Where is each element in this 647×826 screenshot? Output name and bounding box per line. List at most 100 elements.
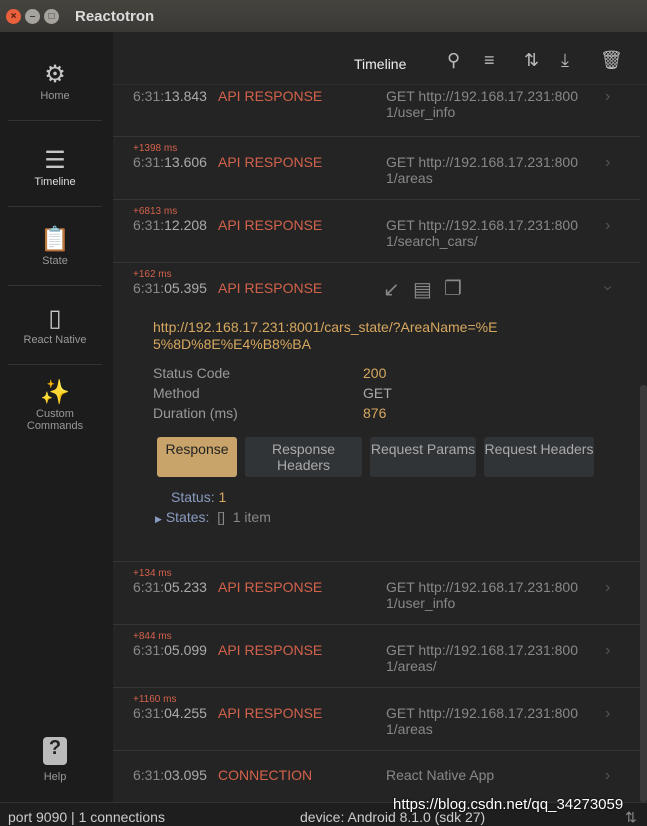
sidebar-item-label: State [42, 255, 68, 267]
event-summary: GET http://192.168.17.231:8001/areas/ [386, 642, 579, 674]
timestamp: 6:31:04.255 [133, 705, 207, 721]
tree-row-status: Status: 1 [171, 489, 226, 505]
list-item[interactable]: +6813 ms 6:31:12.208 API RESPONSE GET ht… [113, 200, 640, 263]
sidebar: ⚙ Home ☰ Timeline 📋 State ▯ React Native ✨ Cu… [0, 32, 113, 802]
time-delta: +6813 ms [133, 206, 178, 217]
sidebar-item-home[interactable]: ⚙ Home [8, 42, 102, 121]
chevron-right-icon[interactable]: › [605, 579, 610, 597]
event-type: CONNECTION [218, 767, 313, 783]
timestamp: 6:31:13.606 [133, 154, 207, 170]
maximize-window-button[interactable]: □ [44, 8, 59, 24]
expand-triangle-icon[interactable]: ▶ [155, 514, 162, 524]
request-details: http://192.168.17.231:8001/cars_state/?A… [153, 319, 513, 423]
list-item[interactable]: 6:31:03.095 CONNECTION React Native App … [113, 751, 640, 802]
sidebar-item-custom-commands[interactable]: ✨ Custom Commands [8, 365, 102, 444]
time-delta: +844 ms [133, 631, 172, 642]
list-item-expanded: +162 ms 6:31:05.395 API RESPONSE ↙ ▤ ❐ ›… [113, 263, 640, 562]
sidebar-item-timeline[interactable]: ☰ Timeline [8, 128, 102, 207]
filter-icon[interactable]: ≡ [484, 50, 495, 71]
tab-response-headers[interactable]: Response Headers [245, 437, 362, 477]
event-summary: GET http://192.168.17.231:8001/user_info [386, 579, 579, 611]
event-type: API RESPONSE [218, 154, 323, 170]
list-item[interactable]: +134 ms 6:31:05.233 API RESPONSE GET htt… [113, 562, 640, 625]
event-summary: GET http://192.168.17.231:8001/search_ca… [386, 217, 579, 249]
sort-arrows-icon[interactable]: ⇅ [625, 809, 637, 826]
sort-icon[interactable]: ⇅ [524, 50, 539, 71]
chevron-right-icon[interactable]: › [605, 217, 610, 235]
clear-icon[interactable]: 🗑 [600, 50, 623, 71]
event-type: API RESPONSE [218, 217, 323, 233]
tab-request-headers[interactable]: Request Headers [484, 437, 594, 477]
timestamp: 6:31:13.843 [133, 88, 207, 104]
reproduce-icon[interactable]: ↙ [383, 277, 400, 302]
tab-request-params[interactable]: Request Params [370, 437, 476, 477]
detail-tabs: Response Response Headers Request Params… [157, 437, 594, 477]
event-summary: GET http://192.168.17.231:8001/areas [386, 154, 579, 186]
tree-bracket: [] [217, 509, 225, 525]
chevron-right-icon[interactable]: › [605, 88, 610, 106]
event-type: API RESPONSE [218, 88, 323, 104]
timestamp: 6:31:05.233 [133, 579, 207, 595]
chevron-right-icon[interactable]: › [605, 767, 610, 785]
status-code-value: 200 [363, 365, 387, 381]
sidebar-item-state[interactable]: 📋 State [8, 207, 102, 286]
time-delta: +134 ms [133, 568, 172, 579]
event-type: API RESPONSE [218, 705, 323, 721]
event-summary: GET http://192.168.17.231:8001/user_info [386, 88, 579, 120]
receipt-icon[interactable]: ▤ [413, 277, 432, 302]
sidebar-item-label: Home [40, 90, 70, 102]
tree-value: 1 [218, 489, 227, 505]
method-value: GET [363, 385, 392, 401]
chevron-right-icon[interactable]: › [605, 642, 610, 660]
sidebar-item-label: Custom Commands [26, 407, 84, 432]
tree-row-states[interactable]: ▶ States: [] 1 item [155, 509, 271, 525]
clipboard-icon: 📋 [40, 226, 70, 253]
tree-key: Status: [171, 489, 215, 505]
chevron-right-icon[interactable]: › [605, 154, 610, 172]
duration-row: Duration (ms) 876 [153, 403, 513, 423]
status-code-row: Status Code 200 [153, 363, 513, 383]
home-icon: ⚙ [44, 61, 66, 88]
timeline-icon: ☰ [44, 147, 66, 174]
list-item[interactable]: +1398 ms 6:31:13.606 API RESPONSE GET ht… [113, 137, 640, 200]
event-summary: GET http://192.168.17.231:8001/areas [386, 705, 579, 737]
chevron-right-icon[interactable]: › [605, 705, 610, 723]
download-icon[interactable]: ⤓ [561, 50, 569, 71]
event-summary: React Native App [386, 767, 495, 783]
tree-count: 1 item [232, 509, 271, 525]
list-item[interactable]: 6:31:13.843 API RESPONSE GET http://192.… [113, 85, 640, 137]
label: Duration (ms) [153, 405, 238, 421]
timeline-list: 6:31:13.843 API RESPONSE GET http://192.… [113, 85, 640, 802]
event-type: API RESPONSE [218, 280, 323, 296]
duration-value: 876 [363, 405, 387, 421]
search-icon[interactable]: ⚲ [447, 50, 460, 71]
time-delta: +162 ms [133, 269, 172, 280]
phone-icon: ▯ [48, 305, 62, 332]
list-item[interactable]: +844 ms 6:31:05.099 API RESPONSE GET htt… [113, 625, 640, 688]
close-window-button[interactable]: × [6, 8, 21, 24]
timeline-header: Timeline ⚲ ≡ ⇅ ⤓ 🗑 [113, 32, 647, 85]
sidebar-item-label: Help [43, 771, 67, 783]
list-item[interactable]: +1160 ms 6:31:04.255 API RESPONSE GET ht… [113, 688, 640, 751]
chevron-down-icon[interactable]: › [599, 285, 617, 290]
sidebar-item-label: React Native [23, 334, 87, 346]
sidebar-item-help[interactable]: ? Help [8, 737, 102, 783]
timestamp: 6:31:05.395 [133, 280, 207, 296]
timestamp: 6:31:03.095 [133, 767, 207, 783]
magic-wand-icon: ✨ [40, 378, 70, 406]
copy-icon[interactable]: ❐ [444, 276, 462, 301]
timestamp: 6:31:05.099 [133, 642, 207, 658]
help-icon: ? [43, 737, 67, 765]
tab-response[interactable]: Response [157, 437, 237, 477]
minimize-window-button[interactable]: – [25, 8, 40, 24]
event-type: API RESPONSE [218, 642, 323, 658]
label: Status Code [153, 365, 231, 381]
title-bar: × – □ Reactotron [0, 0, 647, 32]
scrollbar[interactable] [640, 385, 647, 802]
sidebar-item-react-native[interactable]: ▯ React Native [8, 286, 102, 365]
event-type: API RESPONSE [218, 579, 323, 595]
time-delta: +1398 ms [133, 143, 178, 154]
page-title: Timeline [354, 56, 407, 72]
connection-status: port 9090 | 1 connections [8, 809, 165, 825]
request-url: http://192.168.17.231:8001/cars_state/?A… [153, 319, 498, 352]
